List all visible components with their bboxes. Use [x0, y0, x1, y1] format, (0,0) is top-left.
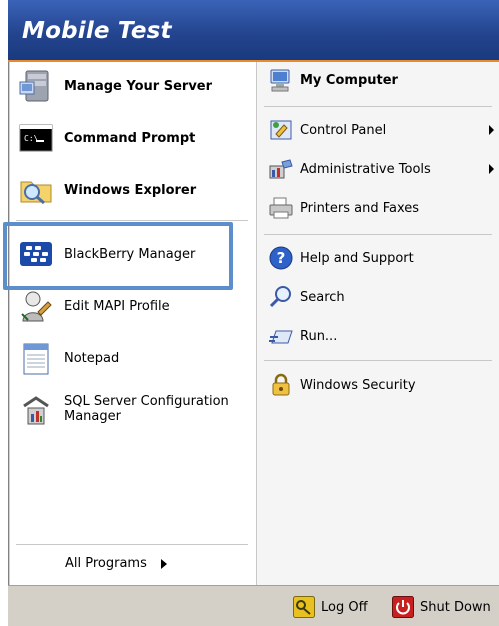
search-label: Search — [300, 289, 345, 305]
divider — [264, 234, 492, 235]
divider — [264, 106, 492, 107]
search-icon — [268, 284, 294, 310]
administrative-tools-icon — [268, 156, 294, 182]
sql-config-label-line2: Manager — [64, 409, 121, 424]
mapi-profile-icon — [18, 288, 54, 324]
sql-config-label-line1: SQL Server Configuration — [64, 394, 229, 409]
divider — [16, 544, 248, 545]
menu-item-help-and-support[interactable]: ? Help and Support — [268, 245, 414, 271]
folder-search-icon — [18, 172, 54, 208]
menu-item-windows-security[interactable]: Windows Security — [268, 372, 416, 398]
user-name-title: Mobile Test — [22, 18, 172, 44]
key-icon — [293, 596, 315, 618]
administrative-tools-label: Administrative Tools — [300, 161, 431, 177]
menu-item-run[interactable]: Run... — [268, 323, 337, 349]
command-prompt-label: Command Prompt — [64, 130, 196, 146]
power-icon — [392, 596, 414, 618]
menu-item-windows-explorer[interactable]: Windows Explorer — [18, 172, 196, 208]
menu-item-printers-and-faxes[interactable]: Printers and Faxes — [268, 195, 419, 221]
highlight-annotation-box — [3, 222, 233, 290]
command-prompt-icon: C:\ — [18, 120, 54, 156]
menu-item-my-computer[interactable]: My Computer — [268, 67, 398, 93]
lock-icon — [268, 372, 294, 398]
menu-item-search[interactable]: Search — [268, 284, 345, 310]
run-label: Run... — [300, 328, 338, 344]
notepad-icon — [18, 340, 54, 376]
svg-text:?: ? — [277, 249, 286, 267]
run-icon — [268, 323, 294, 349]
printers-and-faxes-label: Printers and Faxes — [300, 200, 420, 216]
help-icon: ? — [268, 245, 294, 271]
shut-down-button[interactable]: Shut Down — [392, 596, 491, 618]
all-programs-button[interactable]: All Programs — [65, 556, 167, 571]
log-off-label: Log Off — [321, 599, 368, 615]
divider — [16, 220, 248, 221]
computer-icon — [268, 67, 294, 93]
control-panel-label: Control Panel — [300, 122, 387, 138]
administrative-tools-arrow-icon — [489, 164, 494, 174]
windows-security-label: Windows Security — [300, 377, 416, 393]
menu-item-manage-your-server[interactable]: Manage Your Server — [18, 68, 212, 104]
start-menu-header: Mobile Test — [8, 0, 499, 62]
manage-your-server-label: Manage Your Server — [64, 78, 213, 94]
shut-down-label: Shut Down — [420, 599, 491, 615]
help-and-support-label: Help and Support — [300, 250, 414, 266]
sql-config-icon — [18, 392, 54, 428]
divider — [264, 360, 492, 361]
windows-explorer-label: Windows Explorer — [64, 182, 197, 198]
arrow-right-icon — [160, 558, 167, 569]
menu-item-administrative-tools[interactable]: Administrative Tools — [268, 156, 431, 182]
control-panel-arrow-icon — [489, 125, 494, 135]
all-programs-label: All Programs — [65, 556, 147, 571]
notepad-label: Notepad — [64, 350, 120, 366]
menu-item-control-panel[interactable]: Control Panel — [268, 117, 386, 143]
menu-item-command-prompt[interactable]: C:\ Command Prompt — [18, 120, 195, 156]
menu-item-sql-server-config[interactable]: SQL Server Configuration Manager — [18, 392, 229, 428]
edit-mapi-profile-label: Edit MAPI Profile — [64, 298, 170, 314]
server-icon — [18, 68, 54, 104]
printer-icon — [268, 195, 294, 221]
menu-item-notepad[interactable]: Notepad — [18, 340, 119, 376]
sql-config-label: SQL Server Configuration Manager — [64, 394, 229, 424]
control-panel-icon — [268, 117, 294, 143]
my-computer-label: My Computer — [300, 72, 398, 88]
menu-item-edit-mapi-profile[interactable]: Edit MAPI Profile — [18, 288, 170, 324]
log-off-button[interactable]: Log Off — [293, 596, 368, 618]
